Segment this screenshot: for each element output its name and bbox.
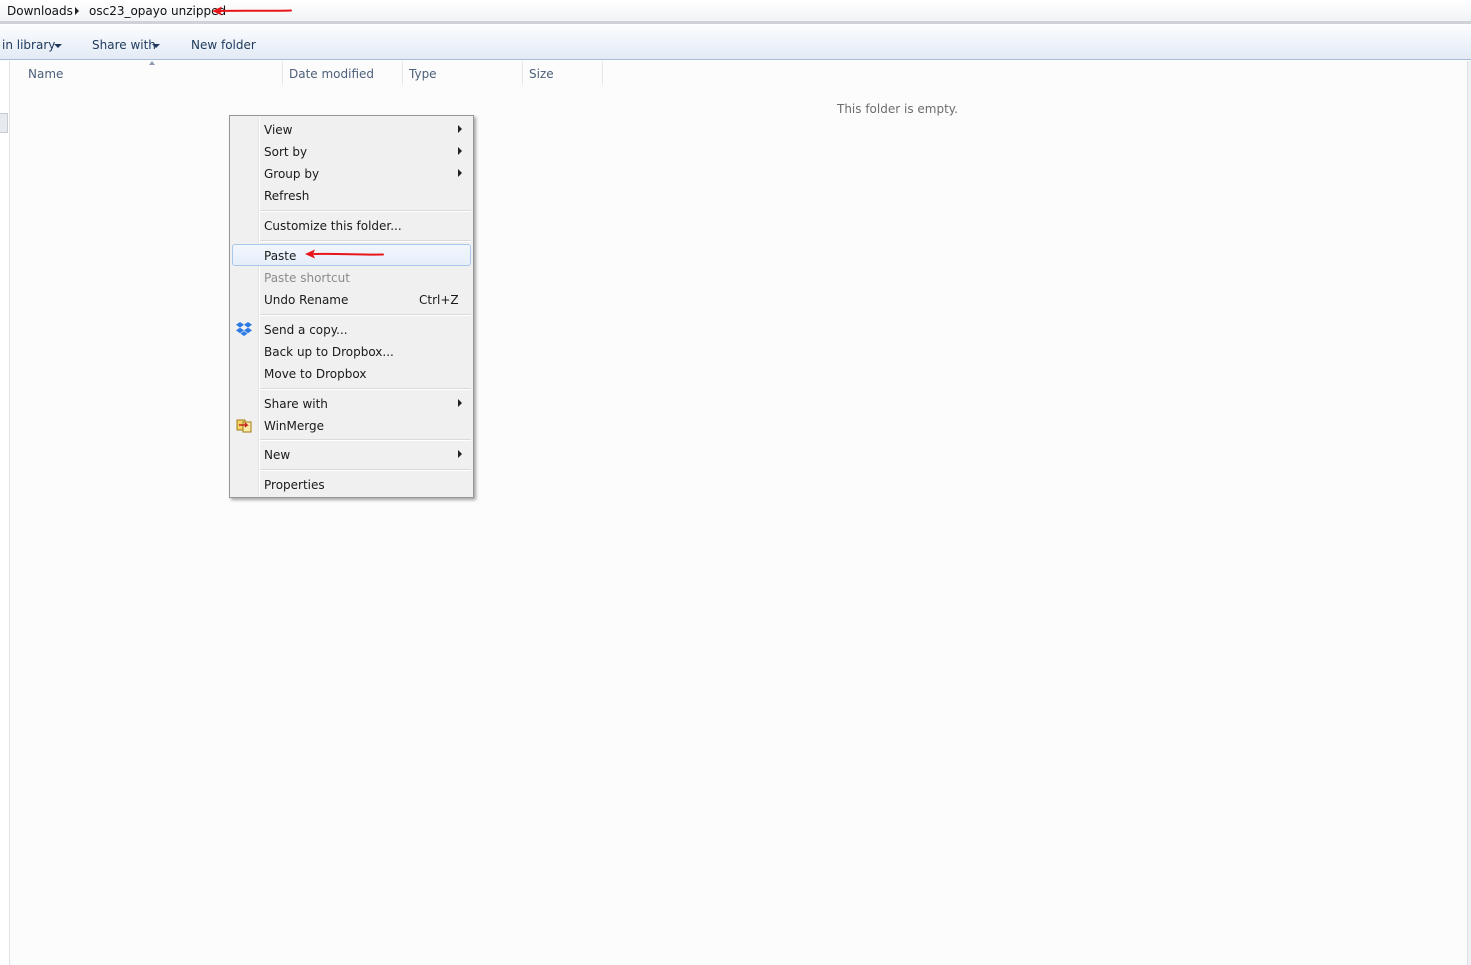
submenu-arrow-icon bbox=[458, 450, 462, 458]
menu-separator bbox=[260, 388, 471, 390]
submenu-arrow-icon bbox=[458, 147, 462, 155]
menu-separator bbox=[260, 240, 471, 242]
menu-item-move-to-dropbox[interactable]: Move to Dropbox bbox=[232, 362, 471, 384]
menu-item-label: Properties bbox=[264, 478, 325, 492]
explorer-window: Downloads osc23_opayo unzipped in librar… bbox=[0, 0, 1471, 965]
menu-item-send-a-copy[interactable]: Send a copy... bbox=[232, 318, 471, 340]
menu-item-label: Move to Dropbox bbox=[264, 367, 367, 381]
menu-item-paste-shortcut: Paste shortcut bbox=[232, 266, 471, 288]
pane-splitter-handle[interactable] bbox=[0, 113, 8, 133]
menu-item-group-by[interactable]: Group by bbox=[232, 162, 471, 184]
submenu-arrow-icon bbox=[458, 399, 462, 407]
column-header-size[interactable]: Size bbox=[529, 67, 554, 81]
menu-item-sort-by[interactable]: Sort by bbox=[232, 140, 471, 162]
annotation-arrow-icon bbox=[212, 6, 292, 16]
menu-item-shortcut: Ctrl+Z bbox=[419, 293, 459, 307]
navigation-pane[interactable] bbox=[0, 61, 10, 965]
chevron-down-icon[interactable] bbox=[54, 44, 62, 48]
column-header-type[interactable]: Type bbox=[409, 67, 437, 81]
menu-item-view[interactable]: View bbox=[232, 118, 471, 140]
menu-item-label: Customize this folder... bbox=[264, 219, 402, 233]
breadcrumb-separator-icon[interactable] bbox=[75, 7, 79, 15]
column-header-date-modified[interactable]: Date modified bbox=[289, 67, 374, 81]
new-folder-button[interactable]: New folder bbox=[191, 38, 256, 52]
menu-item-share-with[interactable]: Share with bbox=[232, 392, 471, 414]
column-divider[interactable] bbox=[402, 61, 403, 85]
menu-item-label: New bbox=[264, 448, 291, 462]
window-right-edge bbox=[1467, 61, 1471, 965]
menu-item-label: Undo Rename bbox=[264, 293, 349, 307]
menu-separator bbox=[260, 314, 471, 316]
menu-separator bbox=[260, 469, 471, 471]
column-divider[interactable] bbox=[282, 61, 283, 85]
sort-ascending-icon bbox=[149, 61, 155, 65]
column-header-bar: Name Date modified Type Size bbox=[10, 61, 1471, 87]
menu-item-properties[interactable]: Properties bbox=[232, 473, 471, 495]
menu-item-customize-folder[interactable]: Customize this folder... bbox=[232, 214, 471, 236]
menu-separator bbox=[260, 210, 471, 212]
menu-item-winmerge[interactable]: WinMerge bbox=[232, 414, 471, 436]
annotation-arrow-icon bbox=[305, 249, 384, 259]
column-divider[interactable] bbox=[522, 61, 523, 85]
menu-item-refresh[interactable]: Refresh bbox=[232, 184, 471, 206]
context-menu: View Sort by Group by Refresh Customize … bbox=[229, 115, 474, 498]
menu-separator bbox=[260, 439, 471, 441]
menu-item-label: Back up to Dropbox... bbox=[264, 345, 394, 359]
menu-item-new[interactable]: New bbox=[232, 443, 471, 465]
menu-item-label: Send a copy... bbox=[264, 323, 348, 337]
submenu-arrow-icon bbox=[458, 169, 462, 177]
menu-item-label: Paste bbox=[264, 249, 297, 263]
submenu-arrow-icon bbox=[458, 125, 462, 133]
menu-item-back-up-to-dropbox[interactable]: Back up to Dropbox... bbox=[232, 340, 471, 362]
menu-item-label: WinMerge bbox=[264, 419, 324, 433]
winmerge-icon bbox=[236, 419, 252, 433]
menu-item-label: Paste shortcut bbox=[264, 271, 350, 285]
menu-item-label: Refresh bbox=[264, 189, 310, 203]
breadcrumb-downloads[interactable]: Downloads bbox=[7, 4, 73, 18]
share-with-button[interactable]: Share with bbox=[92, 38, 156, 52]
empty-folder-message: This folder is empty. bbox=[837, 102, 958, 116]
breadcrumb-current-folder[interactable]: osc23_opayo unzipped bbox=[89, 4, 226, 18]
dropbox-icon bbox=[236, 322, 252, 336]
menu-item-label: View bbox=[264, 123, 293, 137]
column-divider[interactable] bbox=[602, 61, 603, 85]
menu-item-label: Sort by bbox=[264, 145, 308, 159]
include-in-library-button[interactable]: in library bbox=[2, 38, 55, 52]
menu-item-label: Group by bbox=[264, 167, 320, 181]
command-bar: in library Share with New folder bbox=[0, 24, 1471, 60]
menu-item-undo-rename[interactable]: Undo Rename Ctrl+Z bbox=[232, 288, 471, 310]
menu-item-label: Share with bbox=[264, 397, 328, 411]
chevron-down-icon[interactable] bbox=[152, 44, 160, 48]
column-header-name[interactable]: Name bbox=[28, 67, 63, 81]
